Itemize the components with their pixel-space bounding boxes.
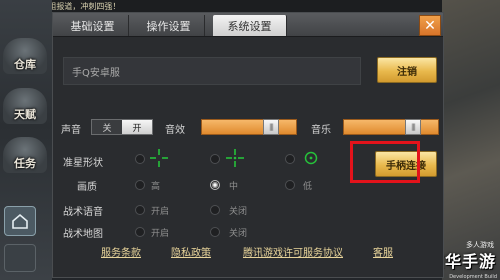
voice-on-radio[interactable] (135, 205, 145, 215)
mission-button[interactable]: 任务 (3, 137, 47, 173)
home-button[interactable] (4, 206, 36, 236)
tab-basic-settings[interactable]: 基础设置 (57, 15, 129, 36)
crosshair-circle-icon (304, 151, 318, 165)
voice-on-label: 开启 (151, 207, 170, 217)
effects-slider-knob[interactable]: ||| (263, 119, 279, 135)
effects-slider[interactable]: ||| (201, 119, 297, 135)
logout-button[interactable]: 注销 (377, 57, 437, 83)
quality-low-label: 低 (303, 182, 313, 192)
quality-low-radio[interactable] (285, 180, 295, 190)
crosshair-label: 准星形状 (63, 158, 103, 169)
close-button[interactable]: ✕ (419, 15, 441, 36)
crosshair-option-2-radio[interactable] (210, 154, 220, 164)
quality-label: 画质 (77, 182, 97, 193)
server-name: 手Q安卓服 (72, 67, 120, 79)
voice-label: 战术语音 (63, 207, 103, 218)
sound-toggle[interactable]: 关 开 (91, 119, 153, 135)
voice-off-label: 关闭 (229, 207, 248, 217)
privacy-policy-link[interactable]: 隐私政策 (171, 244, 211, 259)
warehouse-label: 仓库 (14, 58, 36, 71)
talent-label: 天赋 (14, 108, 36, 121)
map-off-radio[interactable] (210, 227, 220, 237)
tactical-map-label: 战术地图 (63, 229, 103, 240)
crosshair-option-3-radio[interactable] (285, 154, 295, 164)
controller-connect-button[interactable]: 手柄连接 (375, 151, 437, 177)
map-off-label: 关闭 (229, 229, 248, 239)
music-slider-knob[interactable]: ||| (405, 119, 421, 135)
tab-system-settings[interactable]: 系统设置 (213, 15, 287, 36)
license-agreement-link[interactable]: 腾讯游戏许可服务协议 (243, 244, 343, 259)
quality-high-radio[interactable] (135, 180, 145, 190)
sound-on-option[interactable]: 开 (122, 120, 152, 134)
effects-label: 音效 (165, 125, 185, 136)
crosshair-gap-icon (150, 149, 168, 167)
right-character-area (442, 0, 500, 280)
settings-panel: 基础设置 操作设置 系统设置 ✕ 手Q安卓服 注销 声音 关 开 音效 ||| … (52, 12, 444, 278)
sound-label: 声音 (61, 125, 81, 136)
voice-off-radio[interactable] (210, 205, 220, 215)
quality-high-label: 高 (151, 182, 161, 192)
music-label: 音乐 (311, 125, 331, 136)
top-bar: [世界] 考核C组报道，冲刺四强！ (0, 0, 500, 12)
crosshair-option-1-radio[interactable] (135, 154, 145, 164)
map-on-label: 开启 (151, 229, 170, 239)
home-icon (12, 213, 28, 229)
build-label: Development Build (449, 274, 497, 280)
menu-button[interactable] (4, 244, 36, 272)
sound-off-option[interactable]: 关 (92, 120, 122, 134)
account-server-field: 手Q安卓服 (63, 57, 361, 85)
mission-label: 任务 (14, 157, 36, 170)
talent-button[interactable]: 天赋 (3, 88, 47, 124)
close-icon: ✕ (424, 17, 436, 34)
tab-bar: 基础设置 操作设置 系统设置 ✕ (53, 13, 443, 37)
quality-medium-radio[interactable] (210, 180, 220, 190)
terms-of-service-link[interactable]: 服务条款 (101, 244, 141, 259)
crosshair-dot-icon (226, 149, 244, 167)
warehouse-button[interactable]: 仓库 (3, 38, 47, 74)
music-slider[interactable]: ||| (343, 119, 439, 135)
tab-control-settings[interactable]: 操作设置 (133, 15, 205, 36)
customer-service-link[interactable]: 客服 (373, 244, 393, 259)
map-on-radio[interactable] (135, 227, 145, 237)
quality-medium-label: 中 (229, 182, 239, 192)
